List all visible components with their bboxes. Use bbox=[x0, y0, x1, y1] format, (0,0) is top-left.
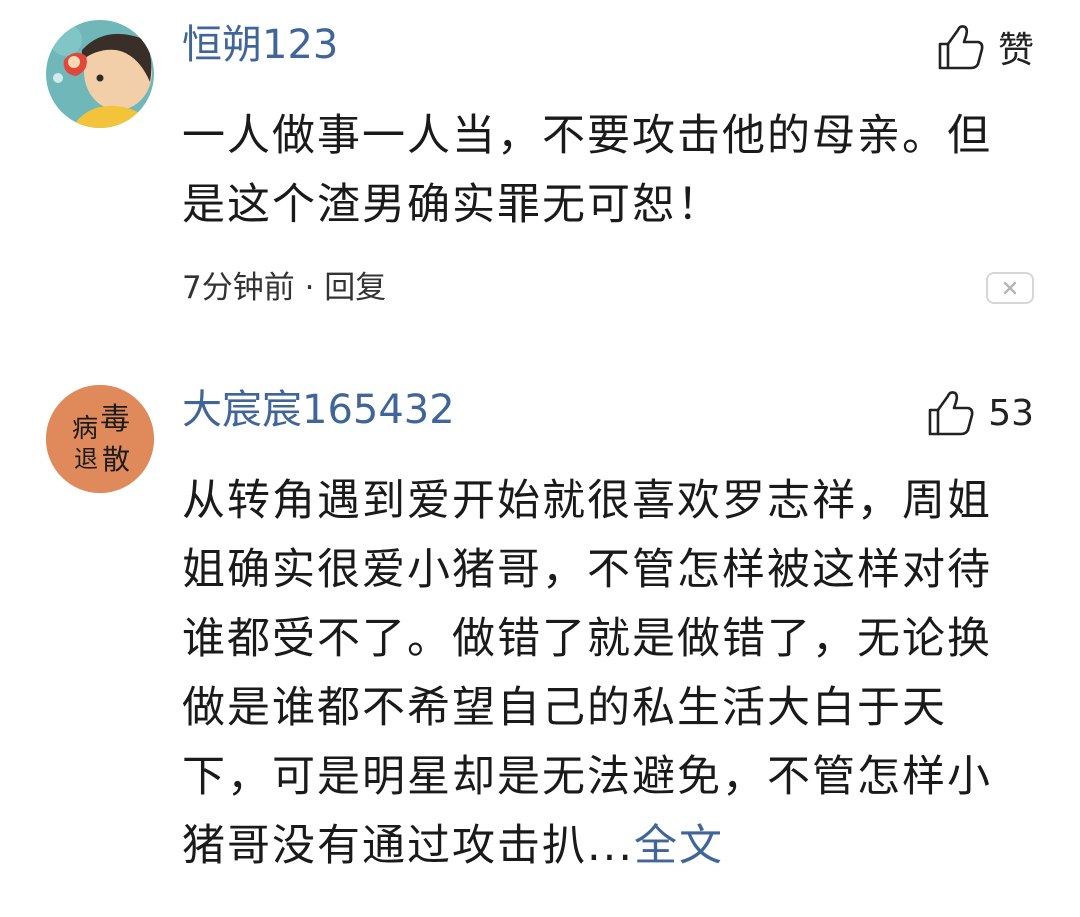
svg-text:毒: 毒 bbox=[100, 402, 130, 437]
svg-text:退: 退 bbox=[74, 445, 98, 473]
user-avatar[interactable]: 病 毒 退 散 bbox=[46, 385, 154, 493]
comment-body: 从转角遇到爱开始就很喜欢罗志祥，周姐姐确实很爱小猪哥，不管怎样被这样对待谁都受不… bbox=[182, 476, 992, 871]
svg-text:病: 病 bbox=[72, 414, 98, 444]
like-button[interactable]: 53 bbox=[926, 388, 1034, 438]
username[interactable]: 大宸宸165432 bbox=[182, 385, 455, 435]
like-count: 53 bbox=[988, 392, 1034, 434]
svg-text:散: 散 bbox=[102, 443, 130, 476]
expand-full-text-link[interactable]: 全文 bbox=[634, 821, 724, 871]
thumbs-up-icon bbox=[928, 391, 974, 436]
comment-text: 从转角遇到爱开始就很喜欢罗志祥，周姐姐确实很爱小猪哥，不管怎样被这样对待谁都受不… bbox=[182, 467, 1012, 881]
calligraphy-avatar-icon: 病 毒 退 散 bbox=[46, 385, 154, 493]
comment-item: 病 毒 退 散 大宸宸165432 53 从转角遇到爱开始就很喜欢罗志祥，周姐姐… bbox=[0, 0, 1080, 917]
